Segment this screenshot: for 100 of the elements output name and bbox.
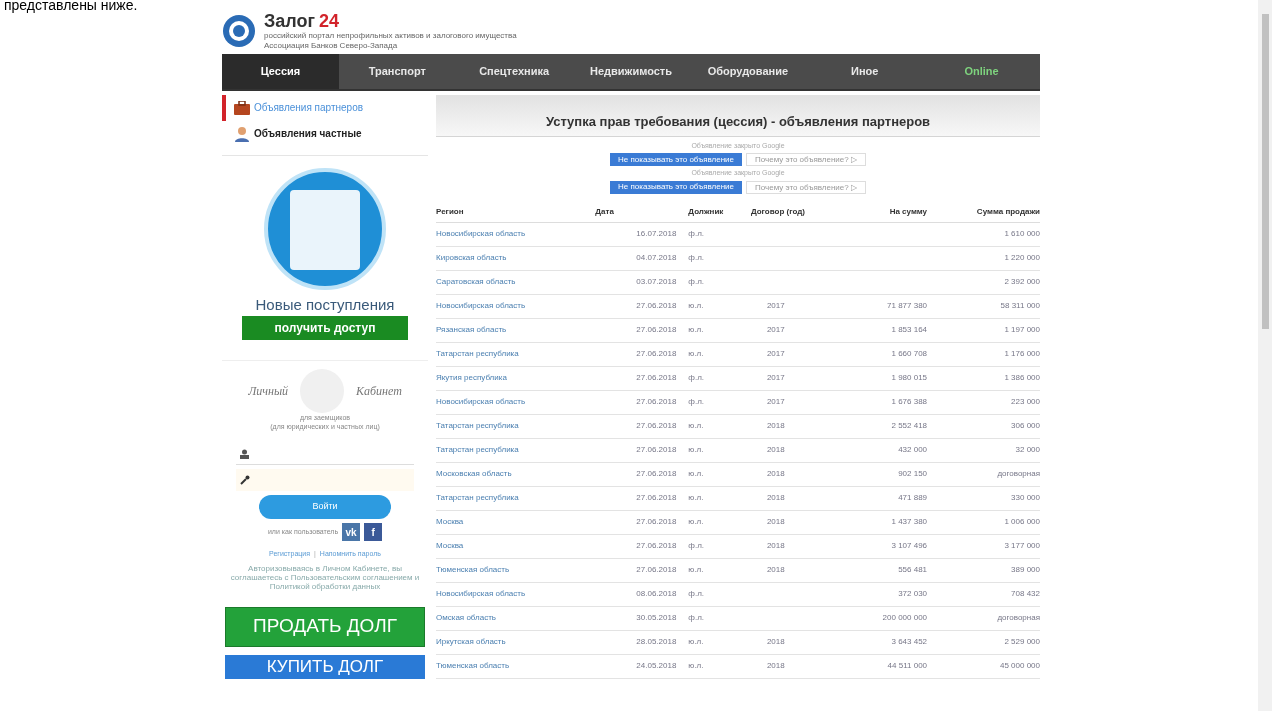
- table-cell: 2 529 000: [927, 630, 1040, 654]
- social-login-link[interactable]: f: [364, 523, 383, 541]
- region-link[interactable]: Новосибирская область: [436, 222, 596, 246]
- table-cell: 2018: [750, 558, 848, 582]
- table-cell: ю.л.: [688, 438, 751, 462]
- briefcase-icon: [234, 100, 250, 115]
- nav-tab[interactable]: Недвижимость: [572, 54, 690, 89]
- table-cell: 2018: [750, 486, 848, 510]
- hide-ad-button[interactable]: Не показывать это объявление: [610, 153, 742, 166]
- table-cell: 2017: [750, 294, 848, 318]
- table-cell: 3 107 496: [847, 534, 928, 558]
- table-cell: 2018: [750, 414, 848, 438]
- region-link[interactable]: Татарстан республика: [436, 438, 596, 462]
- table-cell: 1 176 000: [927, 342, 1040, 366]
- table-cell: 27.06.2018: [595, 558, 689, 582]
- table-cell: ю.л.: [688, 630, 751, 654]
- password-field[interactable]: [236, 469, 414, 491]
- logo-emblem-icon: [222, 14, 256, 48]
- hide-ad-button[interactable]: Не показывать это объявление: [610, 180, 742, 194]
- region-link[interactable]: Новосибирская область: [436, 294, 596, 318]
- table-cell: 27.06.2018: [595, 534, 689, 558]
- sell-debt-button[interactable]: ПРОДАТЬ ДОЛГ: [225, 606, 425, 647]
- table-cell: 2017: [750, 342, 848, 366]
- table-cell: ю.л.: [688, 654, 751, 678]
- table-cell: 556 481: [847, 558, 928, 582]
- table-cell: 372 030: [847, 582, 928, 606]
- scrollbar-drawing[interactable]: [1258, 0, 1272, 711]
- region-link[interactable]: Омская область: [436, 606, 596, 630]
- table-cell: 1 980 015: [847, 366, 928, 390]
- social-login-link[interactable]: vk: [342, 523, 361, 541]
- table-cell: 03.07.2018: [595, 270, 689, 294]
- why-ad-button[interactable]: Почему это объявление? ▷: [746, 153, 866, 166]
- nav-tab[interactable]: Иное: [806, 54, 924, 89]
- nav-tab[interactable]: Оборудование: [689, 54, 807, 89]
- region-link[interactable]: Москва: [436, 534, 596, 558]
- logo-text: Залог: [264, 11, 315, 31]
- table-cell: 1 853 164: [847, 318, 928, 342]
- table-cell: 27.06.2018: [595, 366, 689, 390]
- table-cell: 44 511 000: [847, 654, 928, 678]
- region-link[interactable]: Татарстан республика: [436, 486, 596, 510]
- logo-number: 24: [319, 11, 339, 31]
- table-cell: 2018: [750, 630, 848, 654]
- listing-link[interactable]: Объявления партнеров: [222, 94, 428, 121]
- key-icon: [240, 475, 250, 485]
- table-cell: ф.л.: [688, 390, 751, 414]
- login-button[interactable]: Войти: [259, 495, 391, 519]
- table-cell: ф.л.: [688, 606, 751, 630]
- table-cell: 27.06.2018: [595, 510, 689, 534]
- table-cell: 200 000 000: [847, 606, 928, 630]
- table-cell: 27.06.2018: [595, 390, 689, 414]
- column-header: Сумма продажи: [927, 201, 1040, 222]
- table-cell: 3 177 000: [927, 534, 1040, 558]
- table-cell: ю.л.: [688, 318, 751, 342]
- get-access-button[interactable]: получить доступ: [242, 316, 408, 340]
- table-cell: 27.06.2018: [595, 486, 689, 510]
- table-cell: 1 610 000: [927, 222, 1040, 246]
- region-link[interactable]: Якутия республика: [436, 366, 596, 390]
- table-cell: ю.л.: [688, 342, 751, 366]
- region-link[interactable]: Кировская область: [436, 246, 596, 270]
- table-cell: 2017: [750, 318, 848, 342]
- nav-tab[interactable]: Цессия: [222, 54, 339, 89]
- column-header: Договор (год): [750, 201, 848, 222]
- person-icon: [234, 125, 250, 142]
- table-cell: 1 006 000: [927, 510, 1040, 534]
- table-cell: 902 150: [847, 462, 928, 486]
- table-cell: ф.л.: [688, 582, 751, 606]
- table-cell: 71 877 380: [847, 294, 928, 318]
- region-link[interactable]: Саратовская область: [436, 270, 596, 294]
- nav-tab[interactable]: Online: [923, 54, 1040, 89]
- listing-link[interactable]: Объявления частные: [222, 120, 428, 147]
- region-link[interactable]: Татарстан республика: [436, 342, 596, 366]
- region-link[interactable]: Тюменская область: [436, 654, 596, 678]
- nav-tab[interactable]: Транспорт: [338, 54, 456, 89]
- nav-tab[interactable]: Спецтехника: [455, 54, 573, 89]
- table-cell: 2018: [750, 534, 848, 558]
- region-link[interactable]: Новосибирская область: [436, 390, 596, 414]
- region-link[interactable]: Москва: [436, 510, 596, 534]
- region-link[interactable]: Рязанская область: [436, 318, 596, 342]
- table-cell: 2018: [750, 654, 848, 678]
- region-link[interactable]: Московская область: [436, 462, 596, 486]
- table-cell: договорная: [927, 462, 1040, 486]
- table-cell: ю.л.: [688, 414, 751, 438]
- table-cell: 330 000: [927, 486, 1040, 510]
- region-link[interactable]: Новосибирская область: [436, 582, 596, 606]
- table-cell: 27.06.2018: [595, 294, 689, 318]
- table-cell: 2017: [750, 366, 848, 390]
- table-cell: 08.06.2018: [595, 582, 689, 606]
- table-cell: 2018: [750, 438, 848, 462]
- region-link[interactable]: Иркутская область: [436, 630, 596, 654]
- column-header: Должник: [688, 201, 751, 222]
- table-cell: 28.05.2018: [595, 630, 689, 654]
- table-cell: 16.07.2018: [595, 222, 689, 246]
- region-link[interactable]: Татарстан республика: [436, 414, 596, 438]
- table-cell: ф.л.: [688, 246, 751, 270]
- site-tagline: российский портал непрофильных активов и залогового имущества: [264, 31, 517, 41]
- table-cell: 471 889: [847, 486, 928, 510]
- buy-debt-button[interactable]: КУПИТЬ ДОЛГ: [225, 654, 425, 679]
- why-ad-button[interactable]: Почему это объявление? ▷: [746, 180, 866, 194]
- region-link[interactable]: Тюменская область: [436, 558, 596, 582]
- table-cell: ф.л.: [688, 366, 751, 390]
